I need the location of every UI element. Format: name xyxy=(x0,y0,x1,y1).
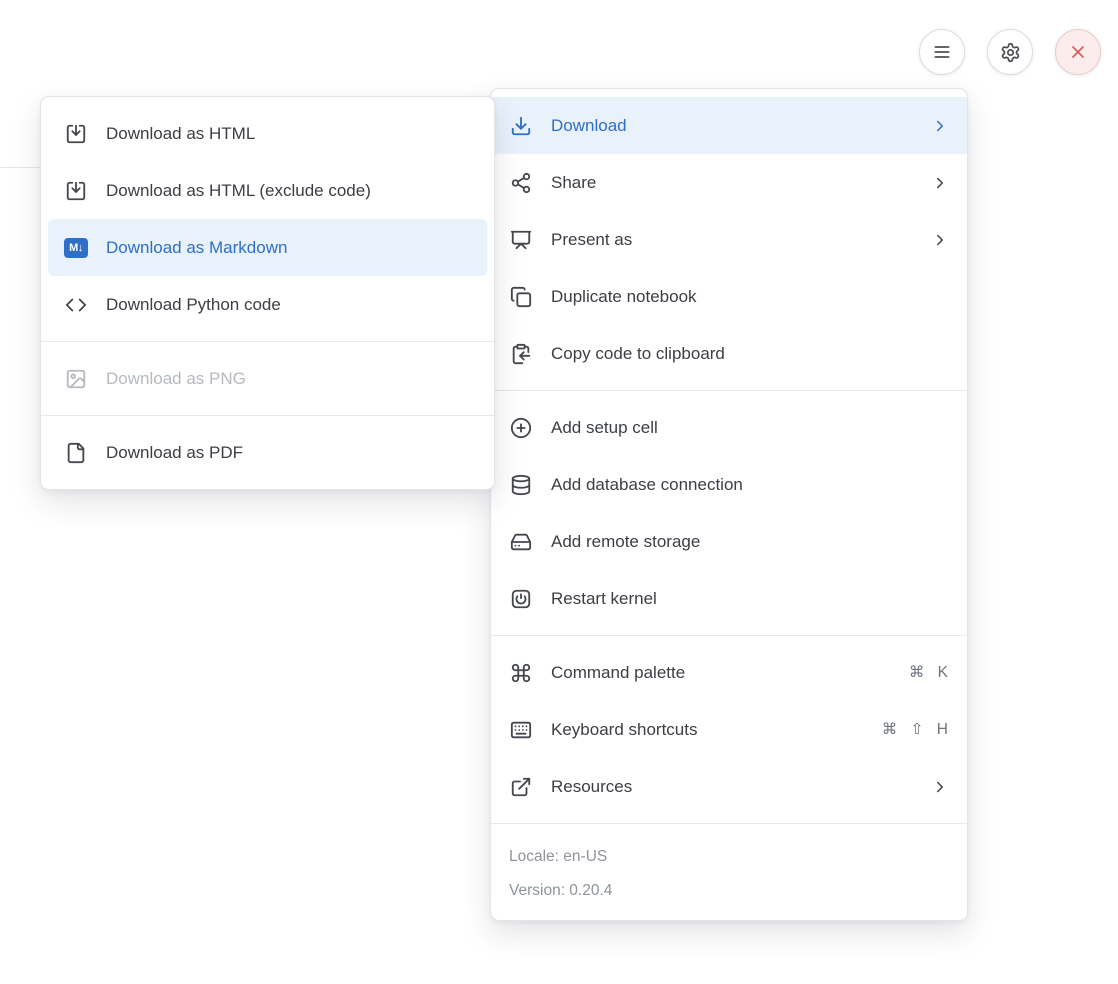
download-submenu: Download as HTML Download as HTML (exclu… xyxy=(40,96,495,490)
menu-item-add-database-connection[interactable]: Add database connection xyxy=(491,456,967,513)
menu-footer: Locale: en-US Version: 0.20.4 xyxy=(491,832,967,912)
menu-item-copy-code[interactable]: Copy code to clipboard xyxy=(491,325,967,382)
chevron-right-icon xyxy=(931,117,949,135)
menu-item-present-as[interactable]: Present as xyxy=(491,211,967,268)
menu-item-label: Copy code to clipboard xyxy=(551,344,949,364)
menu-item-label: Add remote storage xyxy=(551,532,949,552)
menu-item-label: Download Python code xyxy=(106,295,475,315)
copy-icon xyxy=(509,285,533,309)
hamburger-icon xyxy=(932,42,952,62)
markdown-download-badge: M↓ xyxy=(64,236,88,260)
close-button[interactable] xyxy=(1055,29,1101,75)
submenu-item-download-markdown[interactable]: M↓ Download as Markdown xyxy=(48,219,487,276)
menu-item-add-remote-storage[interactable]: Add remote storage xyxy=(491,513,967,570)
hard-drive-icon xyxy=(509,530,533,554)
menu-item-label: Duplicate notebook xyxy=(551,287,949,307)
menu-divider xyxy=(41,341,494,342)
circle-plus-icon xyxy=(509,416,533,440)
menu-item-download[interactable]: Download xyxy=(491,97,967,154)
menu-item-label: Download as Markdown xyxy=(106,238,475,258)
menu-item-label: Resources xyxy=(551,777,913,797)
gear-icon xyxy=(1000,42,1021,63)
menu-divider xyxy=(491,390,967,391)
database-icon xyxy=(509,473,533,497)
close-icon xyxy=(1068,42,1088,62)
submenu-item-download-html-exclude-code[interactable]: Download as HTML (exclude code) xyxy=(48,162,487,219)
menu-item-label: Restart kernel xyxy=(551,589,949,609)
submenu-item-download-pdf[interactable]: Download as PDF xyxy=(48,424,487,481)
menu-divider xyxy=(491,635,967,636)
menu-item-label: Download as PNG xyxy=(106,369,475,389)
external-link-icon xyxy=(509,775,533,799)
file-icon xyxy=(64,441,88,465)
menu-item-keyboard-shortcuts[interactable]: Keyboard shortcuts ⌘ ⇧ H xyxy=(491,701,967,758)
keyboard-icon xyxy=(509,718,533,742)
menu-item-label: Command palette xyxy=(551,663,891,683)
submenu-item-download-python-code[interactable]: Download Python code xyxy=(48,276,487,333)
image-icon xyxy=(64,367,88,391)
notebook-actions-menu: Download Share Present as xyxy=(490,88,968,921)
menu-item-label: Present as xyxy=(551,230,913,250)
version-text: Version: 0.20.4 xyxy=(509,874,949,908)
menu-item-share[interactable]: Share xyxy=(491,154,967,211)
settings-button[interactable] xyxy=(987,29,1033,75)
chevron-right-icon xyxy=(931,778,949,796)
menu-item-label: Download xyxy=(551,116,913,136)
download-icon xyxy=(509,114,533,138)
menu-item-label: Download as PDF xyxy=(106,443,475,463)
box-download-icon xyxy=(64,122,88,146)
background-content-edge xyxy=(0,167,40,168)
menu-divider xyxy=(491,823,967,824)
submenu-item-download-html[interactable]: Download as HTML xyxy=(48,105,487,162)
menu-item-label: Download as HTML xyxy=(106,124,475,144)
page: { "colors": { "accent": "#2e6fc7", "acce… xyxy=(0,0,1118,984)
share-icon xyxy=(509,171,533,195)
shortcut-hint: ⌘ ⇧ H xyxy=(882,720,949,739)
menu-item-label: Add database connection xyxy=(551,475,949,495)
menu-item-command-palette[interactable]: Command palette ⌘ K xyxy=(491,644,967,701)
chevron-right-icon xyxy=(931,174,949,192)
notebook-menu-button[interactable] xyxy=(919,29,965,75)
submenu-item-download-png[interactable]: Download as PNG xyxy=(48,350,487,407)
power-icon xyxy=(509,587,533,611)
menu-item-label: Download as HTML (exclude code) xyxy=(106,181,475,201)
locale-text: Locale: en-US xyxy=(509,840,949,874)
markdown-badge-text: M↓ xyxy=(64,238,88,258)
presentation-icon xyxy=(509,228,533,252)
chevron-right-icon xyxy=(931,231,949,249)
menu-item-resources[interactable]: Resources xyxy=(491,758,967,815)
menu-item-label: Add setup cell xyxy=(551,418,949,438)
menu-item-add-setup-cell[interactable]: Add setup cell xyxy=(491,399,967,456)
clipboard-copy-icon xyxy=(509,342,533,366)
menu-item-duplicate-notebook[interactable]: Duplicate notebook xyxy=(491,268,967,325)
menu-divider xyxy=(41,415,494,416)
menu-item-label: Share xyxy=(551,173,913,193)
code-icon xyxy=(64,293,88,317)
box-download-icon xyxy=(64,179,88,203)
shortcut-hint: ⌘ K xyxy=(909,663,949,682)
command-icon xyxy=(509,661,533,685)
menu-item-restart-kernel[interactable]: Restart kernel xyxy=(491,570,967,627)
menu-item-label: Keyboard shortcuts xyxy=(551,720,864,740)
